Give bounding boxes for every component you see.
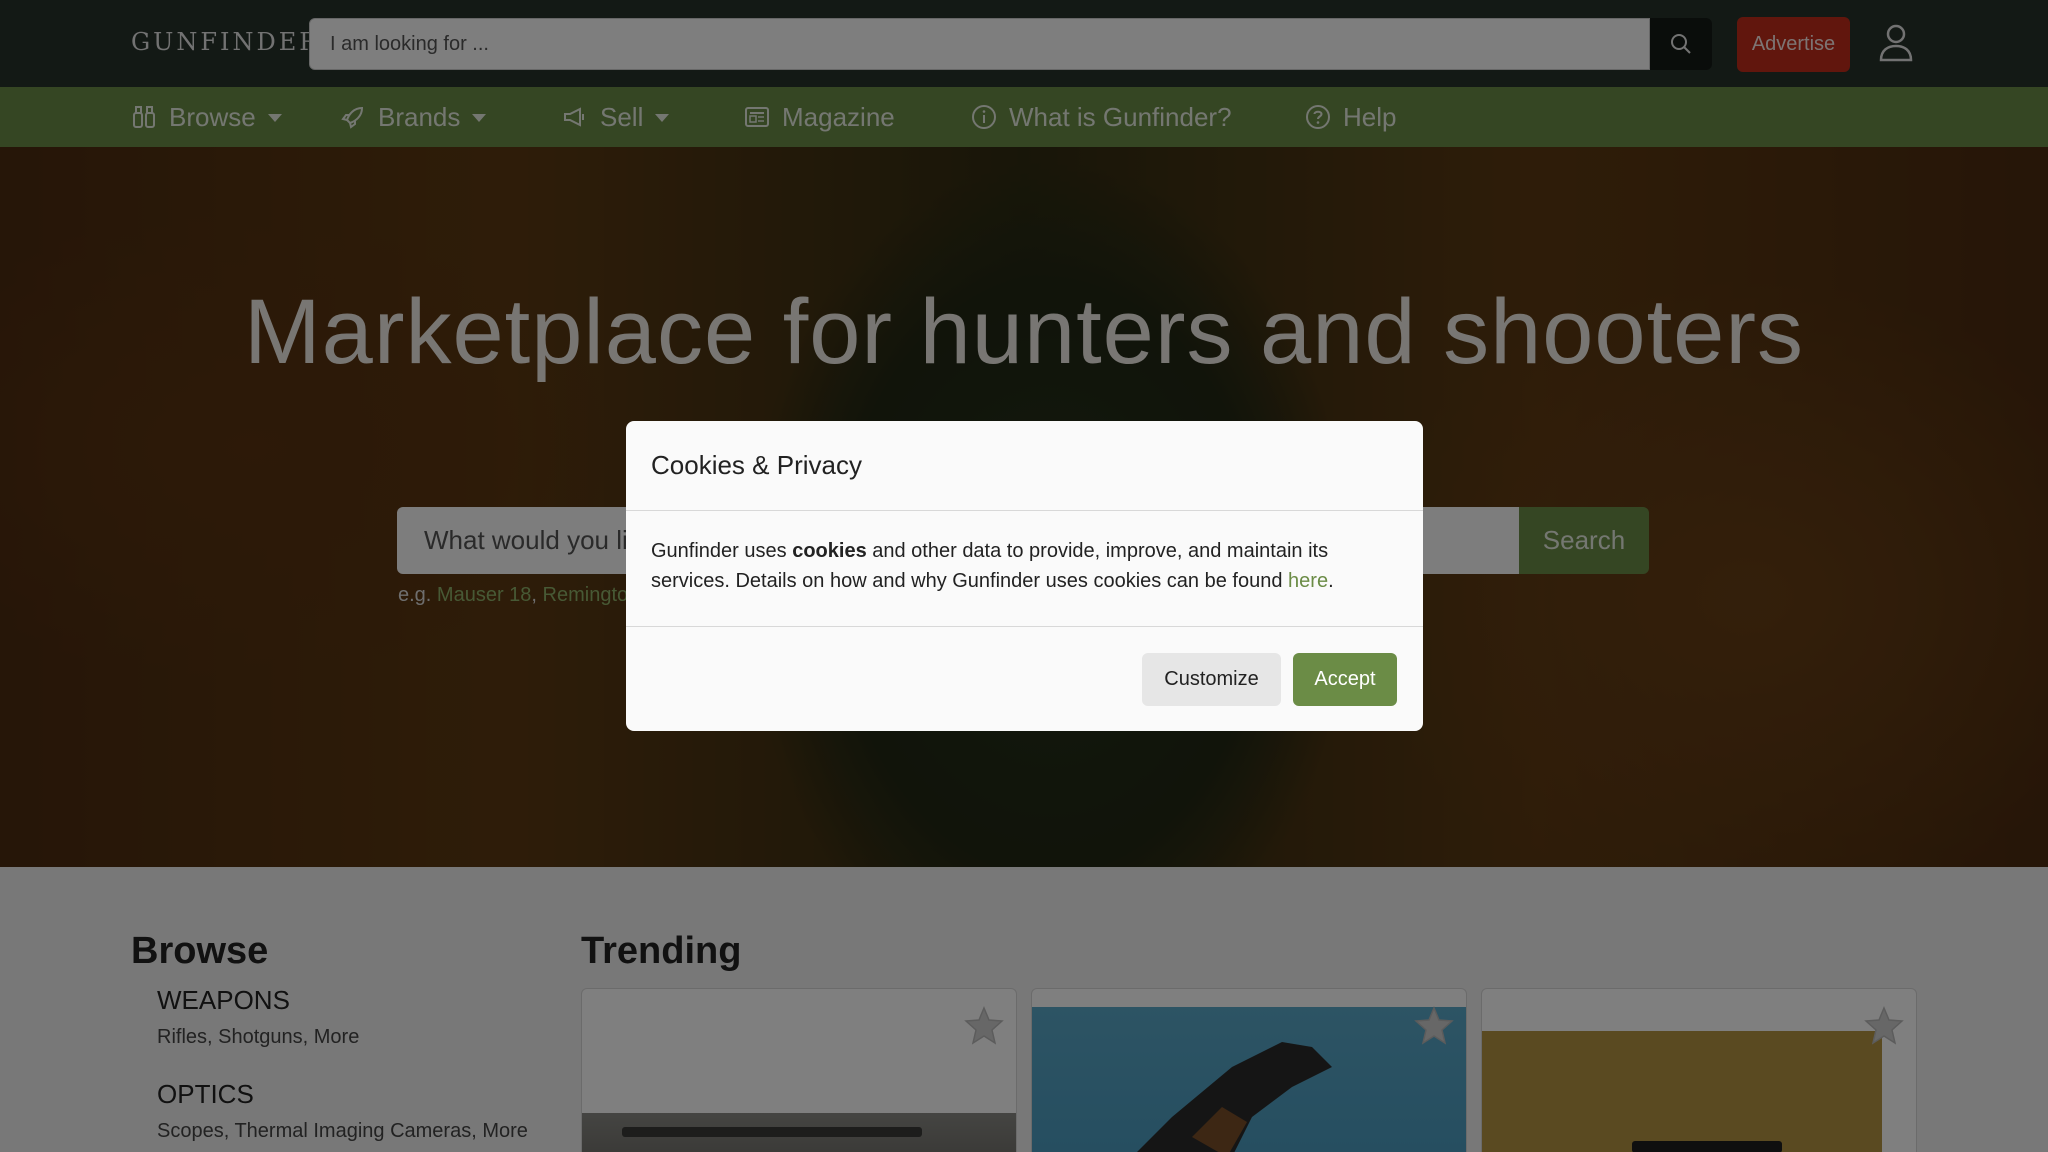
cookie-consent-dialog: Cookies & Privacy Gunfinder uses cookies… [626, 421, 1423, 731]
body-text-start: Gunfinder uses [651, 540, 793, 562]
dialog-header: Cookies & Privacy [626, 421, 1423, 511]
dialog-title: Cookies & Privacy [651, 450, 862, 480]
customize-button[interactable]: Customize [1142, 653, 1281, 706]
body-text-bold: cookies [792, 540, 867, 562]
privacy-details-link[interactable]: here [1288, 570, 1328, 592]
dialog-body: Gunfinder uses cookies and other data to… [626, 511, 1423, 627]
dialog-footer: Customize Accept [626, 627, 1423, 731]
body-text-period: . [1328, 570, 1334, 592]
accept-button[interactable]: Accept [1293, 653, 1397, 706]
